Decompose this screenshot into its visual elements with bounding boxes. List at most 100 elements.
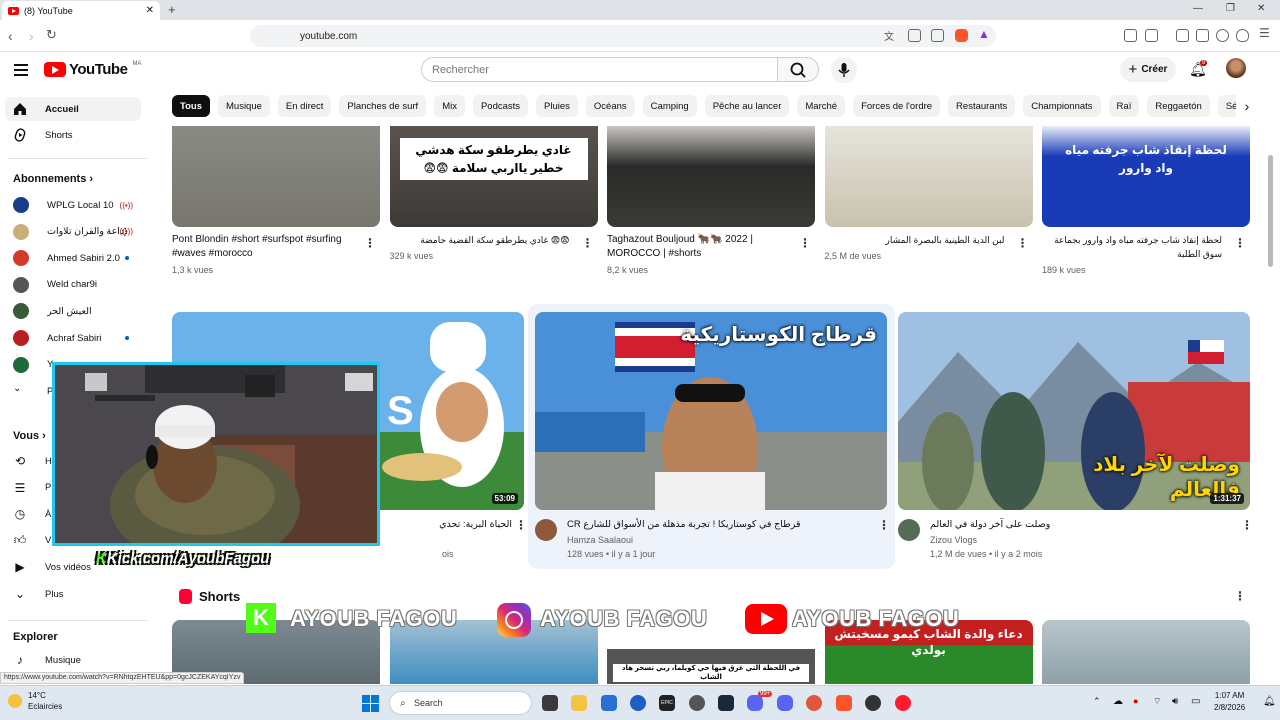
filter-chip[interactable]: Reggaetón: [1147, 95, 1210, 117]
sidebar-item-chevron-down[interactable]: ⌄ Plus: [5, 582, 141, 606]
tray-chevron-up-icon[interactable]: ⌃: [1093, 696, 1101, 707]
search-input[interactable]: Rechercher: [421, 57, 778, 82]
short-thumbnail[interactable]: [1042, 620, 1250, 684]
filter-chip[interactable]: Tous: [172, 95, 210, 117]
network-icon[interactable]: ⌔: [1153, 696, 1161, 707]
more-actions-icon[interactable]: ⋮: [1234, 236, 1246, 250]
filter-chip[interactable]: Pêche au lancer: [704, 95, 790, 117]
brave-shields-icon[interactable]: [955, 29, 968, 42]
cast-icon[interactable]: [908, 29, 921, 42]
back-icon[interactable]: ‹: [8, 28, 13, 44]
new-tab-icon[interactable]: +: [168, 2, 176, 17]
forward-icon[interactable]: ›: [29, 28, 34, 44]
hamburger-menu-icon[interactable]: [14, 64, 28, 79]
sidebar-item-shorts[interactable]: Shorts: [5, 123, 141, 147]
filter-chip[interactable]: En direct: [277, 95, 332, 117]
sidebar-subscription[interactable]: Weld char9i: [5, 273, 141, 297]
filter-chip[interactable]: Forces de l'ordre: [853, 95, 941, 117]
filter-chip[interactable]: Océans: [585, 95, 635, 117]
steam-icon[interactable]: [718, 695, 734, 711]
antivirus-icon[interactable]: ●: [1133, 696, 1138, 706]
subscriptions-heading[interactable]: Abonnements ›: [13, 173, 93, 185]
discord-ptb-icon[interactable]: [777, 695, 793, 711]
leo-ai-icon[interactable]: [1216, 29, 1229, 42]
channel-avatar[interactable]: [898, 519, 920, 541]
sidebar-subscription[interactable]: Ahmed Sabiri 2.0: [5, 246, 141, 270]
github-icon[interactable]: [865, 695, 881, 711]
channel-avatar[interactable]: [535, 519, 557, 541]
short-thumbnail[interactable]: [824, 126, 1033, 227]
battery-icon[interactable]: ▭: [1191, 696, 1200, 707]
filter-chip[interactable]: Camping: [642, 95, 697, 117]
shorts-section-menu-icon[interactable]: ⋮: [1234, 589, 1246, 603]
channel-name[interactable]: Zizou Vlogs: [930, 534, 977, 547]
create-button[interactable]: + Créer: [1120, 57, 1176, 82]
sidebar-item-home[interactable]: Accueil: [5, 97, 141, 121]
filter-chip[interactable]: Pluies: [536, 95, 578, 117]
brave-rewards-icon[interactable]: ▲: [978, 27, 990, 41]
short-title[interactable]: Taghazout Bouljoud 🐂🐂 2022 | MOROCCO | #…: [607, 233, 787, 261]
filter-chip[interactable]: Musique: [218, 95, 270, 117]
file-explorer-icon[interactable]: [571, 695, 587, 711]
short-thumbnail[interactable]: [607, 126, 815, 227]
more-actions-icon[interactable]: ⋮: [582, 236, 594, 250]
short-thumbnail[interactable]: [172, 126, 380, 227]
share-icon[interactable]: [931, 29, 944, 42]
tab-search-icon[interactable]: [1145, 29, 1158, 42]
search-button[interactable]: [777, 57, 819, 82]
sidebar-icon[interactable]: [1176, 29, 1189, 42]
sidebar-subscription[interactable]: العيش الحر: [5, 299, 141, 323]
sidebar-item-music[interactable]: ♪ Musique: [5, 648, 141, 672]
more-actions-icon[interactable]: ⋮: [364, 236, 376, 250]
weather-icon[interactable]: [8, 694, 22, 708]
sidebar-subscription[interactable]: الإذاعة والقرآن تلاوات ((•)): [5, 220, 141, 244]
onedrive-icon[interactable]: ☁: [1113, 696, 1123, 707]
short-title[interactable]: لحظة إنقاذ شاب جرفته مياه واد وارور بجما…: [1042, 233, 1222, 261]
filter-chip[interactable]: Podcasts: [472, 95, 529, 117]
settings-icon[interactable]: [630, 695, 646, 711]
short-title[interactable]: 😨😨 غادي يطرطقو سكة القضية حامضة: [390, 233, 569, 247]
windows-start-icon[interactable]: [362, 695, 380, 713]
chevron-right-icon[interactable]: ›: [1236, 95, 1258, 117]
maximize-icon[interactable]: ❐: [1226, 3, 1235, 14]
short-title[interactable]: لبن الدية الطينية بالبصرة المشار: [825, 233, 1005, 247]
reload-icon[interactable]: ↻: [46, 27, 57, 43]
taskbar-clock[interactable]: 1:07 AM 2/8/2026: [1214, 690, 1245, 714]
filter-chip[interactable]: Mix: [434, 95, 465, 117]
streamlabs-icon[interactable]: [806, 695, 822, 711]
opera-icon[interactable]: [895, 695, 911, 711]
epic-games-icon[interactable]: EPIC: [659, 695, 675, 711]
notification-center-icon[interactable]: 🔔︎: [1263, 696, 1276, 707]
browser-menu-icon[interactable]: ☰: [1259, 26, 1270, 40]
video-thumbnail[interactable]: قرطاج الكوستاريكية: [535, 312, 887, 510]
video-thumbnail[interactable]: وصلت لآخر بلاد فالعالم 1:31:37: [898, 312, 1250, 510]
filter-chip[interactable]: Planches de surf: [339, 95, 427, 117]
page-scrollbar[interactable]: [1268, 155, 1273, 267]
minimize-icon[interactable]: —: [1193, 3, 1203, 14]
obs-icon[interactable]: [689, 695, 705, 711]
weather-widget[interactable]: 14°C Eclaircies: [28, 690, 62, 712]
youtube-logo[interactable]: YouTube MA: [44, 61, 141, 78]
discord-icon[interactable]: [747, 695, 763, 711]
store-icon[interactable]: [601, 695, 617, 711]
account-avatar[interactable]: [1226, 58, 1246, 78]
vpn-icon[interactable]: [1236, 29, 1249, 42]
filter-chip[interactable]: Raï: [1108, 95, 1140, 117]
browser-tab[interactable]: (8) YouTube ✕: [2, 1, 160, 20]
channel-name[interactable]: Hamza Saalaoui: [567, 534, 633, 547]
close-tab-icon[interactable]: ✕: [146, 5, 154, 16]
sidebar-subscription[interactable]: Achraf Sabiri: [5, 326, 141, 350]
filter-chip[interactable]: Restaurants: [948, 95, 1016, 117]
taskbar-search[interactable]: ⌕ Search: [389, 691, 532, 715]
filter-chip[interactable]: Marché: [797, 95, 846, 117]
wallet-icon[interactable]: [1196, 29, 1209, 42]
filter-chip[interactable]: Championnats: [1023, 95, 1101, 117]
task-view-icon[interactable]: [542, 695, 558, 711]
short-thumbnail[interactable]: غادي يطرطقو سكة هدشي خطير يااربي سلامة 😨…: [389, 126, 598, 227]
voice-search-button[interactable]: [831, 57, 857, 83]
window-close-icon[interactable]: ✕: [1257, 3, 1265, 14]
short-title[interactable]: Pont Blondin #short #surfspot #surfing #…: [172, 233, 352, 261]
video-title[interactable]: قرطاج في كوستاريكا ! تجربة مذهلة من الأس…: [567, 518, 807, 532]
video-title[interactable]: الحياة البرية: تحدي: [372, 518, 512, 532]
more-actions-icon[interactable]: ⋮: [515, 518, 527, 532]
